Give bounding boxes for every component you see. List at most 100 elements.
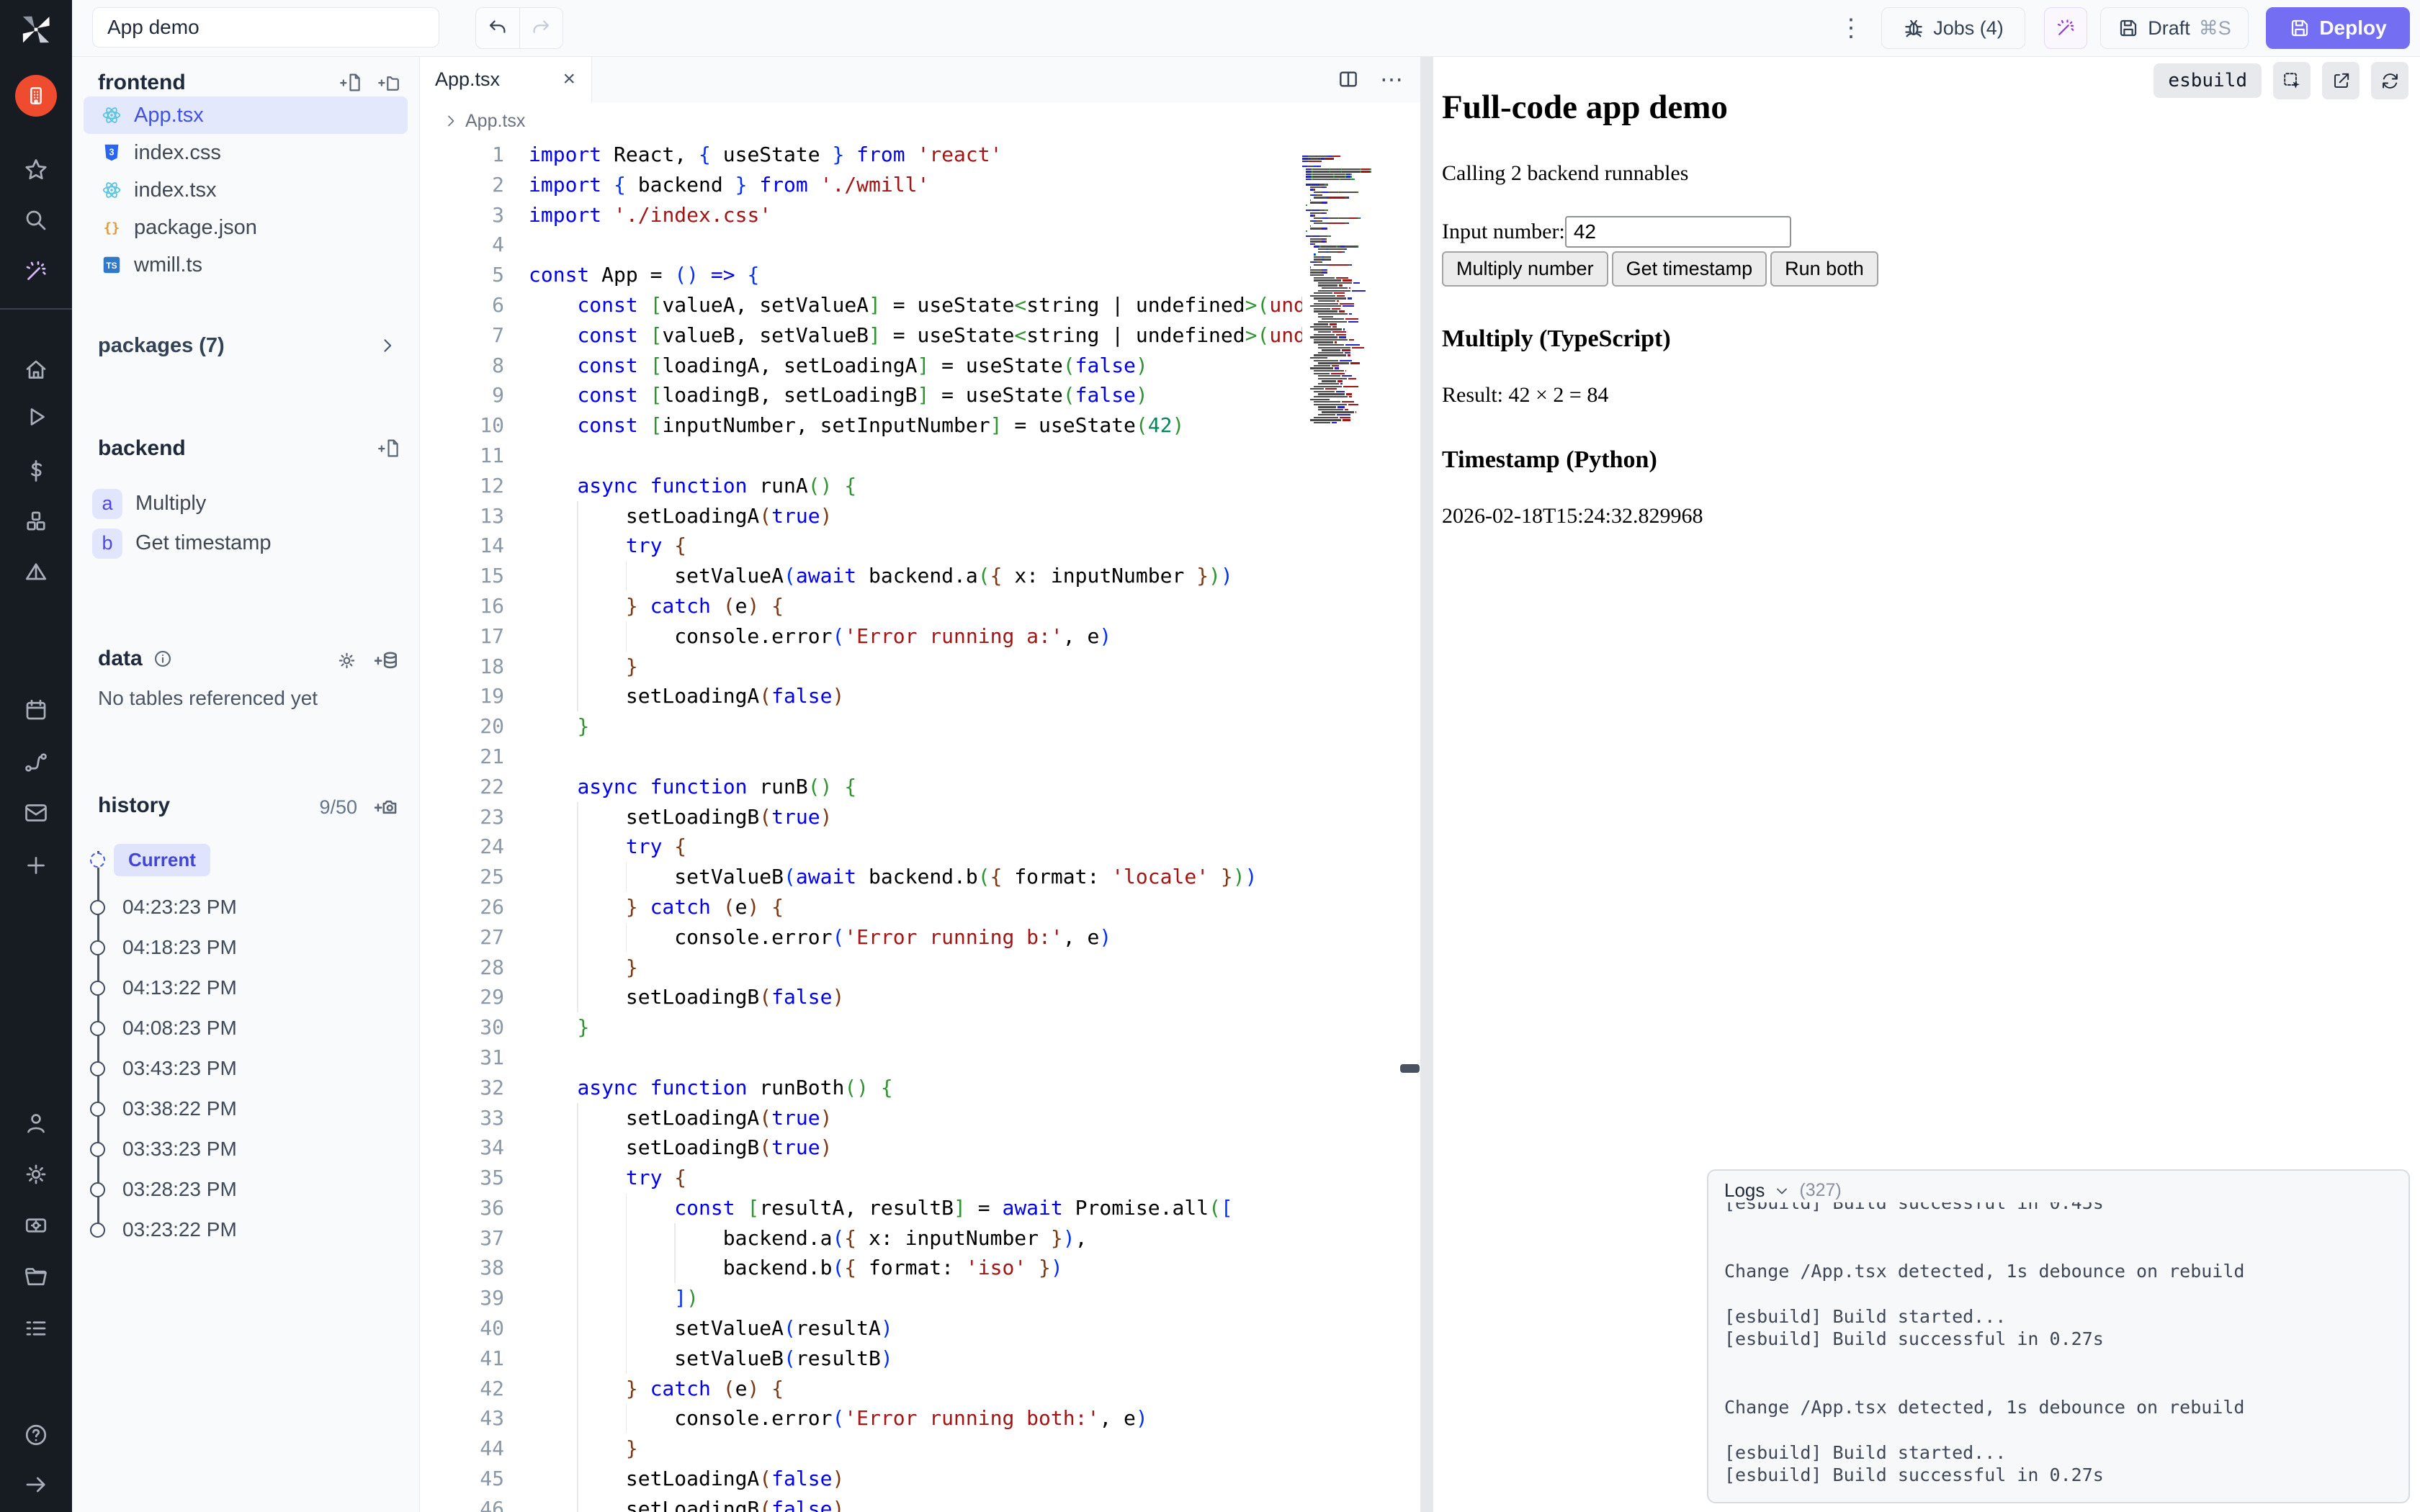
preview-button-get-timestamp[interactable]: Get timestamp [1612,251,1767,287]
app-name-input[interactable] [92,7,439,48]
open-external-icon[interactable] [2322,62,2360,99]
backend-item-get-timestamp[interactable]: bGet timestamp [72,523,419,563]
kebab-menu-icon[interactable]: ⋮ [1837,7,1865,49]
history-section-header: history [98,793,170,818]
panel-divider[interactable] [1420,56,1433,1512]
refresh-icon[interactable] [2371,62,2408,99]
rail-item-help-icon[interactable] [0,1422,72,1448]
backend-section-header: backend [98,436,186,461]
log-line [1724,1373,2393,1396]
editor-tab-bar: App.tsx × ⋯ [419,56,1420,102]
windmill-logo[interactable] [0,7,72,52]
input-number-field[interactable] [1565,216,1791,248]
file-item-App.tsx[interactable]: App.tsx [84,96,408,134]
file-item-package.json[interactable]: {} package.json [84,209,408,246]
new-folder-icon[interactable] [378,72,399,93]
log-line: [esbuild] Build successful in 0.27s [1724,1464,2393,1487]
history-entry[interactable]: 04:08:23 PM [72,1008,419,1048]
data-settings-gear-icon[interactable] [336,648,357,672]
preview-button-run-both[interactable]: Run both [1770,251,1878,287]
rail-item-home-icon[interactable] [0,357,72,383]
rail-item-workers-icon[interactable] [0,1212,72,1238]
ai-wand-button[interactable] [2044,7,2087,49]
rail-item-star-icon[interactable] [0,157,72,183]
snapshot-camera-icon[interactable] [375,795,399,819]
history-entry[interactable]: 03:43:23 PM [72,1048,419,1089]
undo-button[interactable] [476,8,519,48]
code-area[interactable]: 1234567891011121314151617181920212223242… [419,140,1420,1512]
split-editor-icon[interactable] [1337,68,1360,91]
history-entry[interactable]: 03:23:22 PM [72,1210,419,1250]
new-runnable-icon[interactable] [378,438,399,459]
rail-item-route-icon[interactable] [0,750,72,775]
version-dot [90,981,105,996]
add-database-icon[interactable] [375,648,399,672]
file-name: package.json [134,216,257,240]
rail-item-gear-icon[interactable] [0,1161,72,1187]
file-item-index.css[interactable]: 3index.css [84,134,408,171]
preview-button-multiply-number[interactable]: Multiply number [1442,251,1608,287]
braces-file-icon: {} [101,217,122,238]
preview-subtitle: Calling 2 backend runnables [1442,161,2420,186]
undo-redo-group [475,7,563,49]
backend-title: backend [98,436,186,461]
rail-item-arrow-right-icon[interactable] [0,1472,72,1498]
minimap[interactable] [1302,143,1403,412]
rail-item-cubes-icon[interactable] [0,508,72,534]
log-line: Change /App.tsx detected, 1s debounce on… [1724,1260,2393,1283]
redo-button[interactable] [519,8,563,48]
file-item-index.tsx[interactable]: index.tsx [84,171,408,209]
current-version-badge[interactable]: Current [114,844,210,876]
close-tab-icon[interactable]: × [563,67,575,91]
info-icon[interactable] [153,649,173,669]
svg-text:TS: TS [106,261,117,271]
panel-resize-handle[interactable] [1400,1064,1420,1073]
frontend-section-actions [340,72,399,93]
logs-body[interactable]: [esbuild] Build successful in 0.45s Chan… [1724,1202,2393,1495]
packages-row[interactable]: packages (7) [72,327,419,364]
rail-item-user-icon[interactable] [0,1110,72,1136]
rail-item-plus-icon[interactable] [0,852,72,878]
file-item-wmill.ts[interactable]: TS wmill.ts [84,246,408,284]
history-entry[interactable]: 03:33:23 PM [72,1129,419,1169]
rail-item-calendar-icon[interactable] [0,697,72,723]
tab-app-tsx[interactable]: App.tsx × [419,56,592,102]
version-timestamp: 03:33:23 PM [122,1138,237,1161]
history-entry[interactable]: 04:13:22 PM [72,968,419,1008]
history-entry[interactable]: 03:28:23 PM [72,1169,419,1210]
log-line [1724,1351,2393,1374]
jobs-button[interactable]: Jobs (4) [1881,7,2025,49]
rail-item-dollar-icon[interactable] [0,458,72,484]
breadcrumb[interactable]: App.tsx [419,102,1420,140]
history-entry[interactable]: 04:18:23 PM [72,927,419,968]
rail-item-wand-icon[interactable] [0,258,72,284]
rail-item-prism-icon[interactable] [0,559,72,585]
result-b-text: 2026-02-18T15:24:32.829968 [1442,504,2420,528]
backend-item-multiply[interactable]: aMultiply [72,484,419,523]
history-entry[interactable]: 03:38:22 PM [72,1089,419,1129]
rail-item-graduation-cap-icon[interactable] [0,612,72,638]
rail-item-play-icon[interactable] [0,404,72,430]
log-line [1724,1237,2393,1260]
version-timestamp: 03:38:22 PM [122,1097,237,1120]
rail-item-building-icon[interactable] [0,75,72,117]
new-file-icon[interactable] [340,72,361,93]
file-name: wmill.ts [134,253,202,277]
log-line [1724,1282,2393,1305]
version-timestamp: 03:43:23 PM [122,1057,237,1080]
inspect-element-icon[interactable] [2273,62,2311,99]
jobs-label: Jobs (4) [1933,17,2004,40]
more-options-icon[interactable]: ⋯ [1380,66,1404,93]
rail-item-list-icon[interactable] [0,1315,72,1341]
deploy-button[interactable]: Deploy [2266,7,2410,49]
log-line: Change /App.tsx detected, 1s debounce on… [1724,1396,2393,1419]
data-empty-text: No tables referenced yet [98,687,318,710]
rail-item-folder-icon[interactable] [0,1264,72,1290]
logs-header[interactable]: Logs (327) [1724,1179,1852,1202]
history-current-row[interactable]: Current [72,832,419,887]
draft-button[interactable]: Draft ⌘S [2100,7,2249,49]
version-timestamp: 04:18:23 PM [122,936,237,959]
rail-item-mail-icon[interactable] [0,800,72,826]
rail-item-search-icon[interactable] [0,207,72,233]
history-entry[interactable]: 04:23:23 PM [72,887,419,927]
